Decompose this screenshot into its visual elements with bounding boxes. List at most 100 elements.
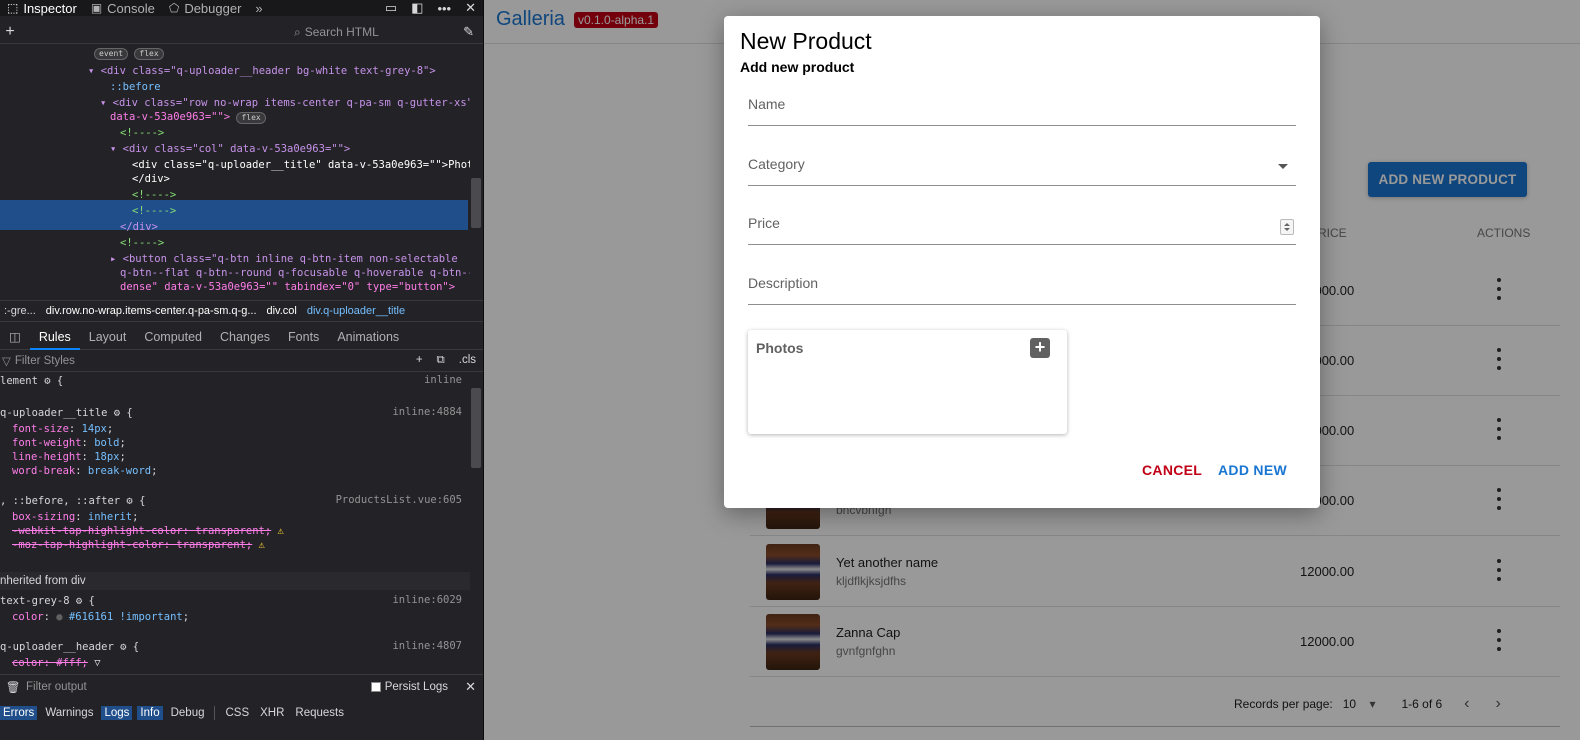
- rule-source[interactable]: inline:4807: [392, 640, 462, 652]
- close-devtools-icon[interactable]: ✕: [465, 0, 476, 16]
- photos-uploader[interactable]: Photos +: [748, 330, 1067, 434]
- warning-icon: ⚠: [277, 525, 284, 537]
- prop-name: font-weight: [12, 437, 82, 449]
- rule-selector[interactable]: q-uploader__title ⚙ {: [0, 406, 133, 420]
- devtools-toolbar: ⬚ Inspector ▣ Console ⬠ Debugger » ▭ ◧ •…: [0, 0, 483, 16]
- dom-line-selected[interactable]: <div class="q-uploader__title" data-v-53…: [132, 158, 470, 173]
- add-photo-icon[interactable]: +: [1030, 338, 1050, 358]
- eyedropper-icon[interactable]: ✎: [463, 24, 474, 40]
- rule-selector[interactable]: lement ⚙ {: [0, 374, 63, 388]
- breadcrumb-item[interactable]: div.col: [267, 305, 297, 317]
- rules-scrollbar[interactable]: [471, 374, 481, 668]
- dom-scrollbar[interactable]: [471, 48, 481, 296]
- dom-line[interactable]: dense" data-v-53a0e963="" tabindex="0" t…: [120, 280, 455, 295]
- sidebar-toggle-icon[interactable]: ◫: [0, 324, 30, 350]
- rule-declaration-overridden[interactable]: color: #fff; ▽: [12, 656, 101, 670]
- persist-logs-checkbox[interactable]: Persist Logs: [370, 681, 448, 693]
- filter-css[interactable]: CSS: [222, 706, 252, 720]
- category-select[interactable]: Category: [748, 142, 1296, 186]
- responsive-mode-icon[interactable]: ▭: [385, 0, 397, 16]
- level-warnings[interactable]: Warnings: [42, 706, 96, 720]
- description-field[interactable]: Description: [748, 261, 1296, 305]
- filter-xhr[interactable]: XHR: [257, 706, 287, 720]
- rule-declaration[interactable]: line-height: 18px;: [12, 450, 126, 464]
- tab-console[interactable]: ▣ Console: [84, 0, 162, 16]
- dom-line[interactable]: ::before: [110, 80, 161, 95]
- rule-selector[interactable]: q-uploader__header ⚙ {: [0, 640, 139, 654]
- rules-scrollbar-thumb[interactable]: [471, 388, 481, 468]
- dom-line[interactable]: <!---->: [120, 236, 164, 251]
- add-node-icon[interactable]: +: [0, 23, 20, 41]
- rule-source[interactable]: inline: [424, 374, 462, 386]
- dom-line[interactable]: ▾ <div class="q-uploader__header bg-whit…: [88, 64, 436, 79]
- event-badge[interactable]: event: [94, 48, 129, 60]
- tab-debugger[interactable]: ⬠ Debugger: [162, 0, 249, 16]
- breadcrumb-item-selected[interactable]: div.q-uploader__title: [307, 305, 405, 317]
- rule-source[interactable]: inline:6029: [392, 594, 462, 606]
- rule-declaration[interactable]: color: ● #616161 !important;: [12, 610, 189, 624]
- add-new-button[interactable]: ADD NEW: [1218, 462, 1287, 478]
- price-field[interactable]: Price: [748, 201, 1296, 245]
- tab-inspector[interactable]: ⬚ Inspector: [0, 0, 84, 16]
- divider: [214, 706, 216, 720]
- prop-value: inherit: [87, 511, 133, 523]
- filter-output-input[interactable]: Filter output: [26, 681, 87, 693]
- dom-line[interactable]: </div>: [120, 220, 158, 235]
- rule-source[interactable]: ProductsList.vue:605: [336, 494, 462, 506]
- dom-line[interactable]: ▾ <div class="row no-wrap items-center q…: [100, 96, 470, 111]
- tab-animations[interactable]: Animations: [328, 324, 408, 350]
- dom-line-selected-close[interactable]: </div>: [132, 172, 170, 187]
- dom-line[interactable]: <!---->: [120, 126, 164, 141]
- dom-line[interactable]: q-btn--flat q-btn--round q-focusable q-h…: [120, 266, 470, 281]
- level-errors[interactable]: Errors: [0, 706, 38, 720]
- tab-inspector-label: Inspector: [23, 0, 77, 16]
- level-info[interactable]: Info: [137, 706, 163, 720]
- dom-scrollbar-thumb[interactable]: [471, 178, 481, 228]
- cls-button[interactable]: .cls: [459, 354, 476, 367]
- dom-line[interactable]: ▸ <button class="q-btn inline q-btn-item…: [110, 252, 458, 267]
- color-swatch-icon[interactable]: ●: [56, 611, 62, 623]
- breadcrumb-item[interactable]: :-gre...: [4, 305, 36, 317]
- tab-fonts[interactable]: Fonts: [279, 324, 328, 350]
- filter-requests[interactable]: Requests: [292, 706, 347, 720]
- dom-line[interactable]: data-v-53a0e963=""> flex: [110, 110, 266, 125]
- dom-line[interactable]: ▾ <div class="col" data-v-53a0e963="">: [110, 142, 350, 157]
- rule-declaration[interactable]: font-size: 14px;: [12, 422, 113, 436]
- level-debug[interactable]: Debug: [168, 706, 208, 720]
- dom-line-text: <div class="row no-wrap items-center q-p…: [112, 97, 470, 109]
- rule-source[interactable]: inline:4884: [392, 406, 462, 418]
- more-tabs-icon[interactable]: »: [248, 0, 269, 16]
- level-logs[interactable]: Logs: [101, 706, 133, 720]
- breadcrumb-item[interactable]: div.row.no-wrap.items-center.q-pa-sm.q-g…: [46, 305, 257, 317]
- flex-badge[interactable]: flex: [134, 48, 164, 60]
- dom-line-text: data-v-53a0e963="">: [110, 111, 231, 123]
- cancel-button[interactable]: CANCEL: [1142, 462, 1202, 478]
- number-spinner-icon[interactable]: [1280, 219, 1294, 235]
- toggle-pseudo-icon[interactable]: ⧉: [437, 354, 445, 367]
- rule-selector[interactable]: , ::before, ::after ⚙ {: [0, 494, 145, 508]
- tab-changes[interactable]: Changes: [211, 324, 279, 350]
- tab-computed[interactable]: Computed: [135, 324, 211, 350]
- rule-selector[interactable]: text-grey-8 ⚙ {: [0, 594, 95, 608]
- rule-declaration[interactable]: font-weight: bold;: [12, 436, 126, 450]
- dock-icon[interactable]: ◧: [411, 0, 423, 16]
- tab-rules[interactable]: Rules: [29, 324, 80, 350]
- close-icon[interactable]: ✕: [465, 679, 476, 695]
- rule-declaration-overridden[interactable]: -moz-tap-highlight-color: transparent; ⚠: [12, 538, 265, 552]
- trash-icon[interactable]: 🗑: [0, 680, 26, 694]
- name-field[interactable]: Name: [748, 82, 1296, 126]
- dom-line[interactable]: <!---->: [132, 188, 176, 203]
- filter-styles-input[interactable]: ▽ Filter Styles + ⧉ .cls: [0, 350, 483, 372]
- rule-declaration-overridden[interactable]: -webkit-tap-highlight-color: transparent…: [12, 524, 284, 538]
- dom-line[interactable]: <!---->: [132, 204, 176, 219]
- tab-layout[interactable]: Layout: [80, 324, 136, 350]
- rule-declaration[interactable]: box-sizing: inherit;: [12, 510, 138, 524]
- rule-declaration[interactable]: word-break: break-word;: [12, 464, 157, 478]
- search-html-input[interactable]: ⌕ Search HTML: [294, 23, 450, 41]
- prop-value: #616161 !important: [68, 611, 183, 623]
- more-options-icon[interactable]: •••: [437, 1, 451, 16]
- dom-line-text: <button class="q-btn inline q-btn-item n…: [122, 253, 458, 265]
- add-rule-icon[interactable]: +: [416, 354, 423, 367]
- dom-tree: event flex ▾ <div class="q-uploader__hea…: [0, 44, 470, 298]
- flex-badge[interactable]: flex: [236, 112, 266, 124]
